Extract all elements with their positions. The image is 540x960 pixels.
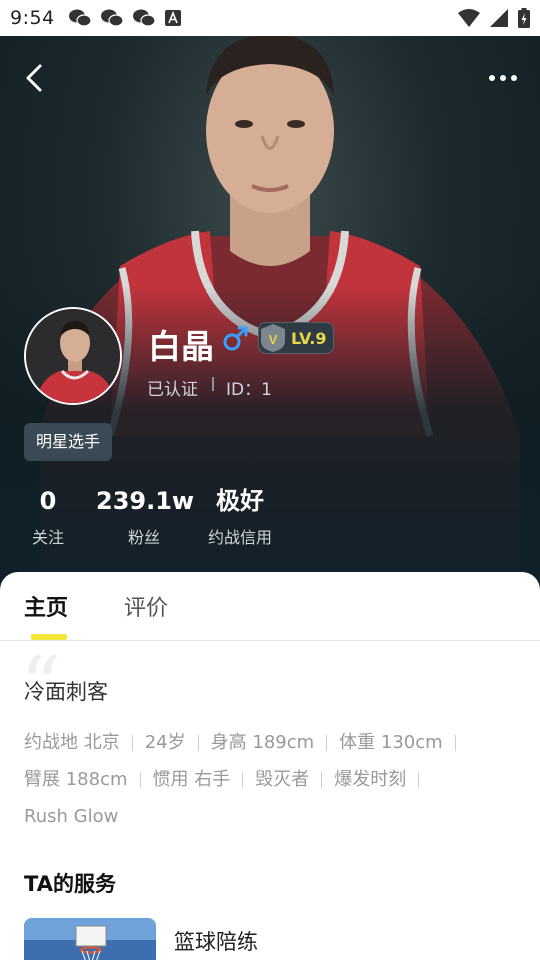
attribute-item: Rush Glow	[24, 806, 119, 827]
attribute-item: 身高 189cm	[210, 732, 315, 753]
attribute-item: 爆发时刻	[334, 769, 407, 790]
system-icons	[458, 8, 530, 28]
wechat-icon	[132, 9, 155, 27]
attribute-item: 约战地 北京	[24, 732, 120, 753]
more-dots-icon[interactable]	[488, 70, 518, 86]
stat-value: 0	[39, 487, 57, 515]
avatar-photo	[26, 309, 120, 403]
level-shield-letter: V	[269, 332, 278, 347]
stat-value: 极好	[216, 487, 264, 515]
attribute-list: 约战地 北京 24岁 身高 189cm 体重 130cm 臂展 188cm 惯用 右手 毁灭…	[24, 724, 524, 835]
a-icon	[164, 10, 181, 26]
divider	[418, 772, 420, 788]
stat-credit: 极好 约战信用	[200, 486, 280, 548]
divider	[139, 772, 141, 788]
stat-fans[interactable]: 239.1w 粉丝	[96, 486, 195, 548]
level-badge: V LV.9	[258, 322, 334, 354]
attribute-item: 24岁	[144, 732, 186, 753]
divider	[212, 377, 214, 391]
wechat-icon	[100, 9, 123, 27]
basketball-hoop-image	[24, 918, 156, 960]
avatar[interactable]	[24, 307, 122, 405]
divider	[242, 772, 244, 788]
service-item-thumbnail[interactable]	[24, 918, 156, 960]
tab-reviews[interactable]: 评价	[124, 590, 168, 622]
identity-tag: 明星选手	[24, 423, 113, 461]
divider	[131, 735, 133, 751]
status-bar: 9:54	[0, 0, 540, 36]
services-title: TA的服务	[24, 872, 116, 896]
divider	[454, 735, 456, 751]
profile-content-card: 主页 评价 “ 冷面刺客 约战地 北京 24岁 身高 189cm 体重 130cm 臂展…	[0, 572, 540, 960]
signal-icon	[490, 9, 508, 27]
wechat-icon	[68, 9, 91, 27]
battery-icon	[518, 8, 530, 28]
verified-label: 已认证	[147, 380, 198, 400]
stat-label: 粉丝	[127, 528, 160, 547]
attribute-item: 惯用 右手	[152, 769, 231, 790]
divider	[326, 735, 328, 751]
user-id: ID：1	[226, 380, 272, 400]
notification-icons	[68, 9, 181, 27]
attribute-item: 臂展 188cm	[24, 769, 128, 790]
attribute-item: 体重 130cm	[339, 732, 443, 753]
male-icon	[223, 326, 248, 351]
tab-home[interactable]: 主页	[24, 590, 68, 622]
divider	[321, 772, 323, 788]
wifi-icon	[458, 9, 480, 27]
stat-value: 239.1w	[96, 487, 195, 515]
service-item-name[interactable]: 篮球陪练	[174, 926, 258, 956]
divider	[197, 735, 199, 751]
user-name: 白晶	[148, 327, 214, 366]
chevron-left-icon[interactable]	[22, 62, 50, 94]
attribute-item: 毁灭者	[255, 769, 310, 790]
stat-following[interactable]: 0 关注	[30, 486, 66, 548]
stat-label: 关注	[31, 528, 64, 547]
level-shield-icon: V	[261, 324, 285, 352]
level-text: LV.9	[291, 328, 327, 348]
nickname: 冷面刺客	[24, 680, 108, 704]
status-time: 9:54	[10, 7, 55, 29]
divider	[0, 640, 540, 641]
stat-label: 约战信用	[207, 528, 272, 547]
